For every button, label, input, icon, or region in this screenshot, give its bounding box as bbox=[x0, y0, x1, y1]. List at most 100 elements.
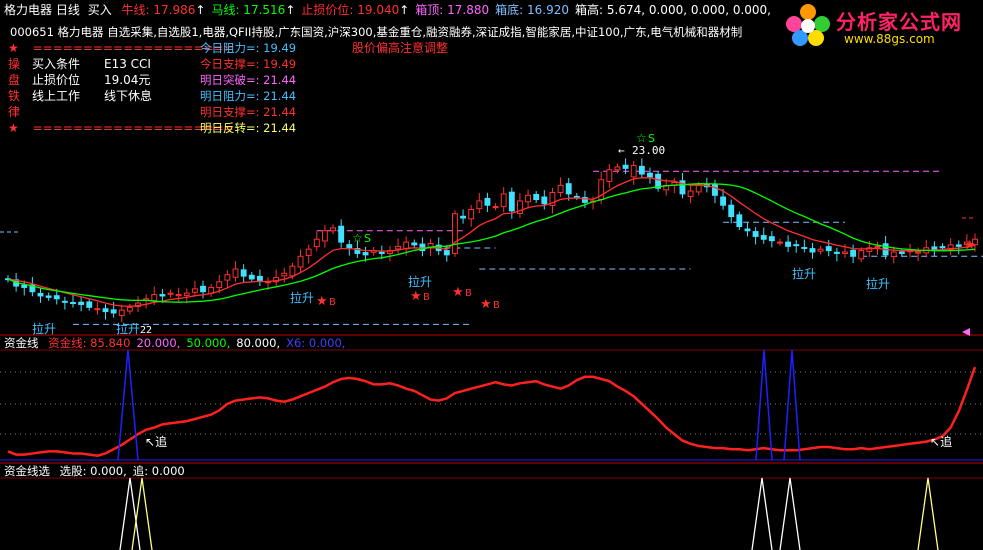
candle-body bbox=[833, 251, 840, 254]
candle-body bbox=[78, 301, 85, 305]
candle-body bbox=[256, 275, 263, 281]
select-signal-spike bbox=[917, 477, 939, 550]
signal-b-label-2: B bbox=[423, 292, 430, 303]
candle-body bbox=[565, 183, 572, 195]
candle-body bbox=[533, 193, 540, 201]
select-panel-header: 资金线选 选股: 0.000, 追: 0.000 bbox=[4, 464, 185, 478]
rules-row-label: 线上工作 bbox=[32, 89, 81, 103]
candle-body bbox=[240, 269, 247, 277]
candle-body bbox=[484, 197, 491, 206]
logo-url: www.88gs.com bbox=[844, 32, 935, 46]
candle-body bbox=[890, 251, 897, 258]
rules-row-label: 止损价位 bbox=[32, 73, 81, 87]
candle-body bbox=[809, 248, 816, 253]
money-panel-header: 资金线 资金线: 85.840 20.000, 50.000, 80.000, X6: … bbox=[4, 336, 345, 350]
logo-flower-icon bbox=[786, 4, 830, 48]
candle-body bbox=[460, 215, 466, 219]
lift-label-4: 拉升 bbox=[866, 276, 890, 291]
candle-body bbox=[110, 309, 117, 314]
select-signal-spike bbox=[779, 477, 801, 550]
candle-body bbox=[248, 274, 255, 280]
candle-body bbox=[931, 246, 938, 250]
candle-body bbox=[630, 165, 637, 178]
chase-label-1: ↖追 bbox=[145, 434, 167, 449]
candle-body bbox=[86, 301, 93, 308]
level-item: 今日阻力=: 19.49 bbox=[200, 41, 297, 55]
select-panel-values: 选股: 0.000, 追: 0.000 bbox=[54, 464, 185, 478]
select-panel-name[interactable]: 资金线选 bbox=[4, 464, 50, 478]
candle-body bbox=[151, 294, 158, 302]
money-value-2: 50.000, bbox=[186, 336, 231, 350]
header-bar: 格力电器 日线 买入 牛线: 17.986↑ 马线: 17.516↑ 止损价位: 1… bbox=[4, 2, 771, 18]
signal-b-label-4: B bbox=[493, 300, 500, 311]
candle-body bbox=[338, 225, 345, 243]
x6-signal-spike bbox=[755, 349, 773, 461]
candle-body bbox=[45, 295, 52, 298]
candle-body bbox=[61, 300, 68, 303]
candle-body bbox=[606, 169, 613, 182]
candle-body bbox=[476, 200, 483, 210]
candle-body bbox=[175, 294, 182, 297]
site-logo: 分析家公式网 www.88gs.com bbox=[786, 2, 981, 54]
candle-body bbox=[468, 208, 475, 220]
money-value-4: X6: 0.000, bbox=[286, 336, 346, 350]
lift-label-6: 拉升 bbox=[116, 321, 140, 336]
candle-body bbox=[330, 227, 336, 232]
candle-body bbox=[183, 292, 190, 296]
candle-body bbox=[216, 281, 223, 288]
candle-body bbox=[451, 213, 458, 254]
level-item: 明日突破=: 21.44 bbox=[200, 73, 297, 87]
rules-row: 操买入条件 E13 CCI bbox=[8, 56, 198, 72]
select-value-0: 选股: 0.000, bbox=[59, 464, 127, 478]
candle-body bbox=[53, 295, 60, 300]
rules-side-char: 律 bbox=[8, 105, 21, 119]
candle-body bbox=[500, 193, 507, 208]
candle-body bbox=[817, 248, 824, 252]
candle-body bbox=[102, 308, 109, 313]
candle-body bbox=[321, 230, 328, 242]
candle-body bbox=[224, 274, 231, 281]
candle-body bbox=[898, 251, 905, 254]
low-price-label: 22 bbox=[140, 325, 152, 336]
signal-star-sell-2: ☆ bbox=[352, 231, 363, 245]
money-panel-name[interactable]: 资金线 bbox=[4, 336, 39, 350]
select-signals bbox=[119, 477, 939, 550]
money-panel-values: 资金线: 85.840 20.000, 50.000, 80.000, X6: 0.00… bbox=[42, 336, 345, 350]
header-indicator-5: 箱高: 5.674, 0.000, 0.000, 0.000, bbox=[575, 3, 771, 17]
signal-star-sell: ☆ bbox=[636, 131, 647, 145]
candle-body bbox=[744, 228, 751, 232]
rules-bottom-separator: ★ ==================== bbox=[8, 121, 234, 135]
candle-body bbox=[126, 306, 133, 312]
level-item: 明日支撑=: 21.44 bbox=[200, 105, 297, 119]
candle-body bbox=[695, 184, 702, 193]
candle-body bbox=[720, 196, 727, 206]
stock-name[interactable]: 格力电器 bbox=[4, 3, 52, 17]
candle-body bbox=[573, 195, 580, 198]
signal-star-buy-5: ★ bbox=[964, 238, 976, 253]
header-indicator-1: 马线: 17.516 bbox=[211, 3, 286, 17]
candle-body bbox=[443, 250, 450, 256]
lift-label-5: 拉升 bbox=[32, 321, 56, 336]
candle-body bbox=[378, 251, 385, 254]
signal-b-label: B bbox=[329, 297, 336, 308]
rules-side-char: 盘 bbox=[8, 73, 21, 87]
candle-body bbox=[557, 184, 564, 193]
candle-body bbox=[94, 308, 101, 311]
candle-body bbox=[793, 244, 800, 247]
header-indicator-0: 牛线: 17.986 bbox=[121, 3, 196, 17]
period-label[interactable]: 日线 bbox=[56, 3, 80, 17]
logo-title: 分析家公式网 bbox=[836, 10, 962, 34]
up-arrow-icon: ↑ bbox=[285, 3, 296, 17]
notice-text: 股价偏高注意调整 bbox=[352, 41, 449, 55]
candle-body bbox=[785, 241, 792, 247]
chase-label-2: ↖追 bbox=[930, 434, 952, 449]
signal-s-label-2: S bbox=[364, 232, 371, 245]
stock-info-line: 000651 格力电器 自选采集,自选股1,电器,QFII持股,广东国资,沪深3… bbox=[10, 25, 743, 39]
candle-body bbox=[760, 235, 767, 240]
x6-signal-spike bbox=[783, 349, 801, 461]
candle-body bbox=[118, 309, 125, 317]
rules-side-char: 操 bbox=[8, 57, 21, 71]
candle-body bbox=[777, 241, 783, 244]
star-icon: ★ bbox=[8, 121, 19, 135]
level-item: 今日支撑=: 19.49 bbox=[200, 57, 297, 71]
